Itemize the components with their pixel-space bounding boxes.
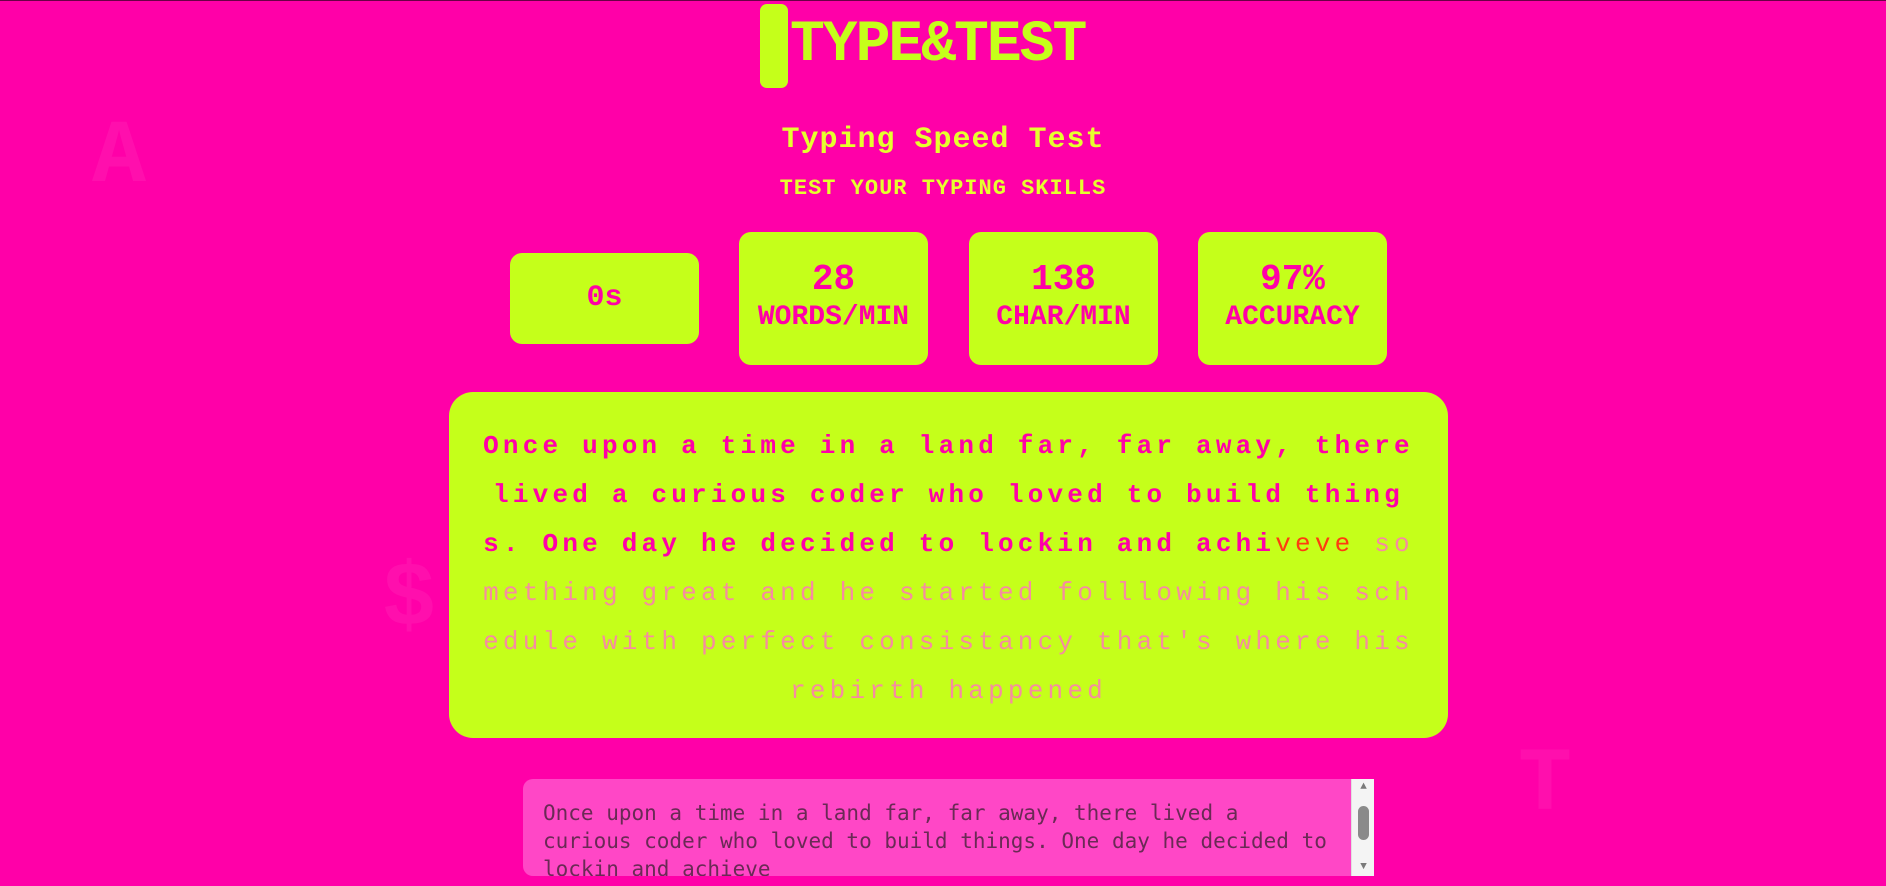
wpm-card: 28 WORDS/MIN [739, 232, 928, 365]
scroll-down-arrow-icon[interactable]: ▼ [1352, 859, 1375, 876]
logo: TYPE&TEST [760, 4, 1087, 88]
passage-display: Once upon a time in a land far, far away… [449, 392, 1448, 738]
accuracy-label: ACCURACY [1225, 302, 1360, 333]
background-glyph-dollar: $ [382, 550, 437, 652]
logo-bar-icon [760, 4, 788, 88]
cpm-label: CHAR/MIN [996, 302, 1131, 333]
timer-value: 0s [586, 281, 623, 315]
page-subtitle: TEST YOUR TYPING SKILLS [779, 176, 1107, 201]
wpm-value: 28 [811, 259, 856, 300]
scroll-thumb[interactable] [1358, 806, 1369, 840]
passage-text: Once upon a time in a land far, far away… [476, 422, 1421, 716]
accuracy-value: 97% [1260, 259, 1325, 300]
timer-card: 0s [510, 253, 699, 344]
typing-input[interactable]: Once upon a time in a land far, far away… [523, 779, 1351, 876]
background-glyph-t: T [1518, 735, 1573, 837]
scroll-up-arrow-icon[interactable]: ▲ [1352, 779, 1375, 796]
passage-current-text: veve [1275, 529, 1355, 559]
typing-input-wrapper: Once upon a time in a land far, far away… [523, 779, 1374, 876]
wpm-label: WORDS/MIN [757, 302, 910, 333]
accuracy-card: 97% ACCURACY [1198, 232, 1387, 365]
app-page: A $ T TYPE&TEST Typing Speed Test TEST Y… [0, 0, 1886, 886]
cpm-card: 138 CHAR/MIN [969, 232, 1158, 365]
logo-text: TYPE&TEST [790, 13, 1087, 78]
page-title: Typing Speed Test [781, 123, 1105, 157]
input-scrollbar[interactable]: ▲ ▼ [1351, 779, 1374, 876]
cpm-value: 138 [1031, 259, 1096, 300]
